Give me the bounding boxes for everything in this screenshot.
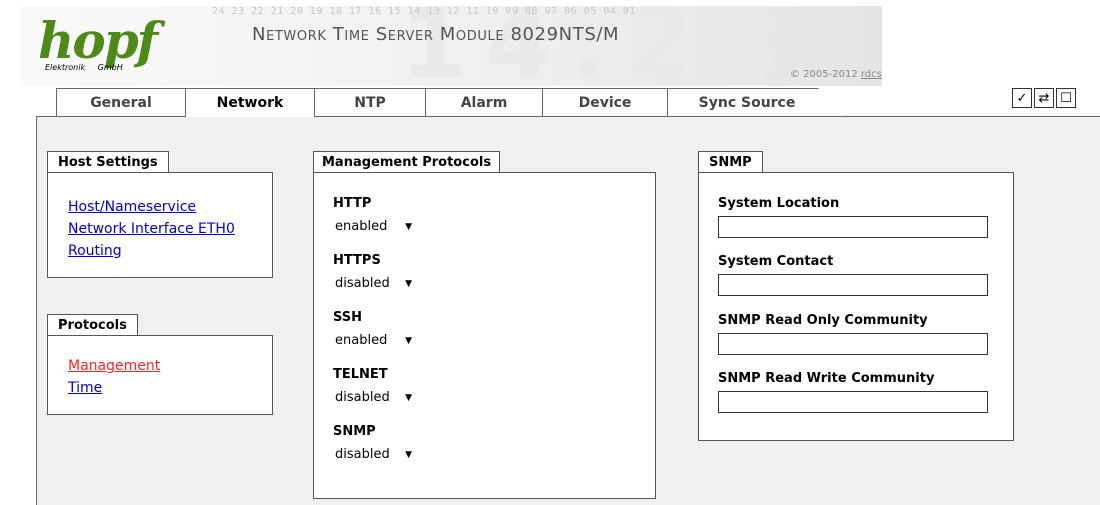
https-label: HTTPS bbox=[333, 253, 381, 268]
http-label: HTTP bbox=[333, 196, 372, 211]
chevron-down-icon: ▼ bbox=[405, 336, 412, 346]
copyright: © 2005-2012 rdcs.eu bbox=[790, 69, 882, 80]
snmp-select-value: disabled bbox=[335, 447, 390, 462]
banner-tick-numbers: 24 23 22 21 20 19 18 17 16 15 14 13 12 1… bbox=[212, 6, 636, 17]
page-title: Network Time Server Module 8029NTS/M bbox=[252, 24, 620, 45]
chevron-down-icon: ▼ bbox=[405, 222, 412, 232]
logo-subtitle: Elektronik GmbH bbox=[45, 63, 123, 72]
tab-network[interactable]: Network bbox=[185, 88, 315, 117]
host-settings-title: Host Settings bbox=[47, 151, 169, 173]
telnet-select-value: disabled bbox=[335, 390, 390, 405]
snmp-panel: System Location System Contact SNMP Read… bbox=[698, 172, 1014, 441]
management-protocols-panel: HTTP enabled ▼ HTTPS disabled ▼ SSH enable… bbox=[313, 172, 656, 499]
tab-general[interactable]: General bbox=[56, 88, 186, 116]
system-location-label: System Location bbox=[718, 196, 840, 211]
link-host-nameservice[interactable]: Host/Nameservice bbox=[68, 199, 196, 215]
chevron-down-icon: ▼ bbox=[405, 279, 412, 289]
https-select[interactable]: disabled ▼ bbox=[331, 272, 417, 294]
snmp-protocol-label: SNMP bbox=[333, 424, 376, 439]
link-time[interactable]: Time bbox=[68, 380, 102, 396]
link-routing[interactable]: Routing bbox=[68, 243, 122, 259]
toolbar: ✓ ⇄ ☐ bbox=[1012, 88, 1076, 112]
ssh-select[interactable]: enabled ▼ bbox=[331, 329, 417, 351]
copyright-text: © 2005-2012 bbox=[790, 69, 858, 80]
https-select-value: disabled bbox=[335, 276, 390, 291]
system-location-input[interactable] bbox=[718, 216, 988, 238]
management-protocols-title: Management Protocols bbox=[313, 151, 501, 173]
chevron-down-icon: ▼ bbox=[405, 393, 412, 403]
host-settings-panel: Host/Nameservice Network Interface ETH0 … bbox=[47, 172, 273, 278]
tab-alarm[interactable]: Alarm bbox=[425, 88, 543, 116]
protocols-title: Protocols bbox=[47, 314, 138, 336]
swap-arrows-icon[interactable]: ⇄ bbox=[1034, 88, 1054, 108]
copyright-link[interactable]: rdcs.eu bbox=[861, 69, 882, 80]
telnet-label: TELNET bbox=[333, 367, 388, 382]
snmp-select[interactable]: disabled ▼ bbox=[331, 443, 417, 465]
page-icon[interactable]: ☐ bbox=[1056, 88, 1076, 108]
header: 14:28 24 23 22 21 20 19 18 17 16 15 14 1… bbox=[0, 0, 1100, 92]
snmp-read-write-community-label: SNMP Read Write Community bbox=[718, 371, 935, 386]
tab-device-label: Device bbox=[578, 95, 632, 111]
tab-sync-source[interactable]: Sync Source bbox=[667, 88, 847, 116]
snmp-read-write-community-input[interactable] bbox=[718, 391, 988, 413]
snmp-read-only-community-label: SNMP Read Only Community bbox=[718, 313, 928, 328]
content-area: Host Settings Host/Nameservice Network I… bbox=[36, 116, 1100, 505]
hopf-logo: hopf bbox=[38, 11, 158, 70]
protocols-panel: Management Time bbox=[47, 335, 273, 415]
banner-clock-watermark: 14:28 bbox=[400, 6, 796, 86]
ssh-label: SSH bbox=[333, 310, 363, 325]
snmp-title: SNMP bbox=[698, 151, 763, 173]
telnet-select[interactable]: disabled ▼ bbox=[331, 386, 417, 408]
tab-general-label: General bbox=[90, 95, 152, 111]
system-contact-label: System Contact bbox=[718, 254, 834, 269]
tab-ntp-label: NTP bbox=[354, 95, 386, 111]
http-select-value: enabled bbox=[335, 219, 388, 234]
snmp-read-only-community-input[interactable] bbox=[718, 333, 988, 355]
ssh-select-value: enabled bbox=[335, 333, 388, 348]
tab-alarm-label: Alarm bbox=[460, 95, 508, 111]
checkmark-icon[interactable]: ✓ bbox=[1012, 88, 1032, 108]
link-management[interactable]: Management bbox=[68, 358, 160, 374]
header-banner: 14:28 24 23 22 21 20 19 18 17 16 15 14 1… bbox=[20, 6, 882, 86]
system-contact-input[interactable] bbox=[718, 274, 988, 296]
tab-network-label: Network bbox=[216, 95, 284, 111]
tab-sync-source-label: Sync Source bbox=[698, 95, 796, 111]
link-network-interface-eth0[interactable]: Network Interface ETH0 bbox=[68, 221, 235, 237]
chevron-down-icon: ▼ bbox=[405, 450, 412, 460]
tab-device[interactable]: Device bbox=[542, 88, 668, 116]
tab-ntp[interactable]: NTP bbox=[314, 88, 426, 116]
http-select[interactable]: enabled ▼ bbox=[331, 215, 417, 237]
